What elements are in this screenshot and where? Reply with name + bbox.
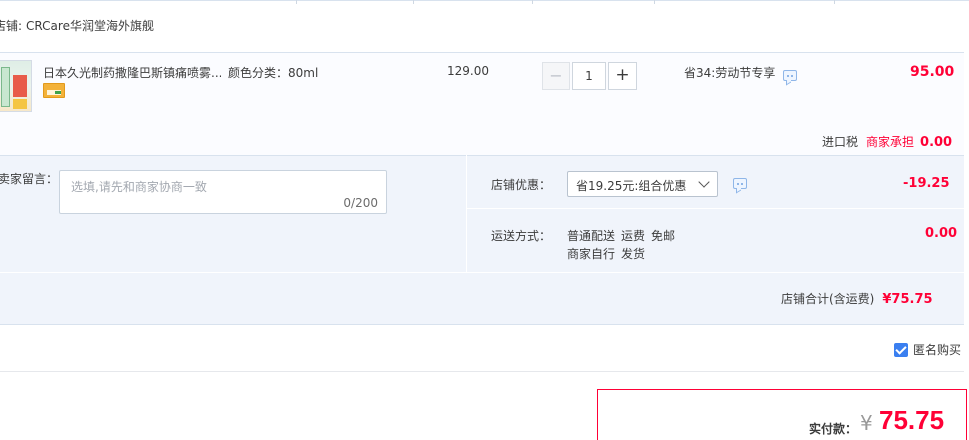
unit-price: 129.00 <box>447 64 489 78</box>
anonymous-checkbox[interactable] <box>894 343 908 357</box>
shop-name-link[interactable]: CRCare华润堂海外旗舰 <box>26 17 154 34</box>
section-divider <box>0 371 964 372</box>
seller-note-textarea[interactable]: 选填,请先和商家协商一致 0/200 <box>59 170 387 214</box>
shop-subtotal-value: ¥75.75 <box>882 292 933 307</box>
quantity-decrease-button[interactable]: − <box>542 62 570 90</box>
item-total-price: 95.00 <box>910 64 955 80</box>
chevron-down-icon <box>698 176 710 188</box>
discount-info-icon[interactable] <box>733 178 747 189</box>
seller-note-counter: 0/200 <box>343 196 378 210</box>
header-separator <box>296 0 297 4</box>
item-promotion: 省34:劳动节专享 <box>684 66 776 80</box>
import-tax-label: 进口税 <box>822 135 859 149</box>
product-title-link[interactable]: 日本久光制药撒隆巴斯镇痛喷雾... <box>43 64 221 81</box>
top-border <box>0 0 969 4</box>
shipping-dispatch: 商家自行 发货 <box>567 245 645 262</box>
header-separator <box>532 0 533 4</box>
quantity-input[interactable]: 1 <box>572 62 606 90</box>
shop-row: 店铺: CRCare华润堂海外旗舰 <box>0 17 154 51</box>
spec-value: 80ml <box>288 66 319 80</box>
anonymous-purchase[interactable]: 匿名购买 <box>894 341 961 358</box>
shipping-method: 普通配送 运费 免邮 <box>567 227 675 244</box>
spec-label: 颜色分类： <box>228 66 289 80</box>
panel-divider <box>467 208 964 209</box>
seller-note-label: 卖家留言： <box>0 172 59 186</box>
tax-bearer: 商家承担 <box>866 135 915 149</box>
product-spec: 颜色分类：80ml <box>228 64 318 81</box>
anonymous-label: 匿名购买 <box>913 343 962 357</box>
shipping-fee-total: 0.00 <box>925 226 958 241</box>
product-thumbnail[interactable] <box>0 60 32 112</box>
import-tax-row: 进口税 商家承担 0.00 <box>822 133 952 150</box>
header-separator <box>834 0 835 4</box>
shipping-label: 运送方式： <box>491 229 552 243</box>
shipping-seller: 商家自行 <box>567 247 616 261</box>
panel-divider <box>0 272 964 273</box>
header-separator <box>413 0 414 4</box>
shipping-method-name: 普通配送 <box>567 229 616 243</box>
promotion-info-icon[interactable] <box>783 70 797 81</box>
shop-discount-value: -19.25 <box>903 176 950 191</box>
seller-note-placeholder: 选填,请先和商家协商一致 <box>71 180 207 194</box>
shipping-fee-label: 运费 <box>621 229 646 243</box>
shipping-dispatch-text: 发货 <box>621 247 646 261</box>
panel-divider <box>466 155 467 272</box>
cross-border-badge-icon <box>43 83 65 98</box>
shop-discount-selected: 省19.25元:组合优惠 <box>576 179 687 193</box>
import-tax-value: 0.00 <box>920 135 953 150</box>
header-separator <box>654 0 655 4</box>
payment-amount: 75.75 <box>879 405 945 435</box>
shipping-fee-value: 免邮 <box>651 229 676 243</box>
shop-subtotal-label: 店铺合计(含运费) <box>781 292 875 306</box>
shop-discount-select[interactable]: 省19.25元:组合优惠 <box>567 171 718 197</box>
shop-label: 店铺: <box>0 19 23 33</box>
shop-discount-label: 店铺优惠： <box>491 178 552 192</box>
payment-currency: ¥ <box>860 411 873 435</box>
quantity-increase-button[interactable]: + <box>608 62 637 90</box>
shop-subtotal: 店铺合计(含运费) ¥75.75 <box>781 290 933 307</box>
payment-label: 实付款： <box>809 422 858 436</box>
